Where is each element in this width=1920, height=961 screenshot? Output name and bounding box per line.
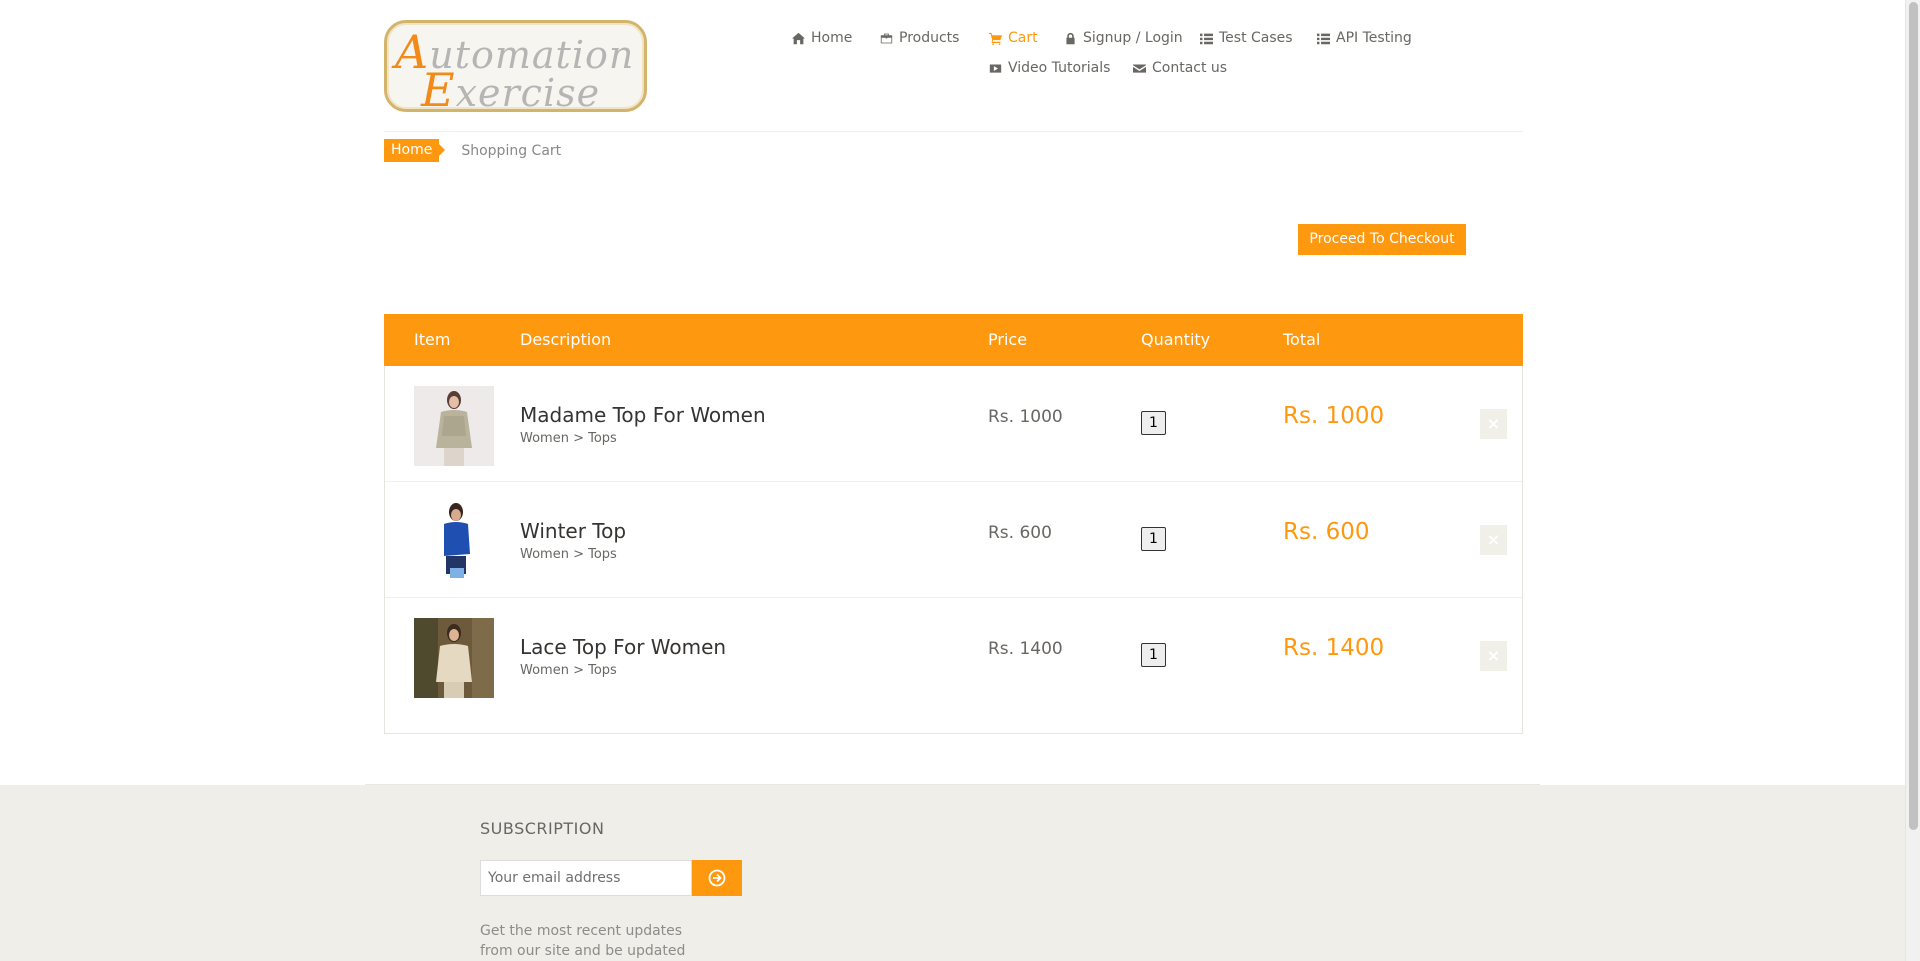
youtube-play-icon xyxy=(989,63,1002,73)
proceed-to-checkout-button[interactable]: Proceed To Checkout xyxy=(1298,224,1466,255)
nav-video-tutorials[interactable]: Video Tutorials xyxy=(989,60,1110,76)
quantity-box: 1 xyxy=(1141,527,1166,551)
close-icon: × xyxy=(1486,530,1501,549)
nav-api-testing[interactable]: API Testing xyxy=(1317,30,1412,46)
list-icon xyxy=(1200,33,1213,44)
cart-row: Lace Top For Women Women > Tops Rs. 1400… xyxy=(385,598,1522,714)
briefcase-icon xyxy=(880,33,893,43)
home-icon xyxy=(792,32,805,44)
page-scrollbar[interactable] xyxy=(1905,0,1920,961)
site-footer: SUBSCRIPTION Get the most recent updates… xyxy=(0,784,1905,961)
cart-row: Winter Top Women > Tops Rs. 600 1 Rs. 60… xyxy=(385,482,1522,598)
breadcrumb-home[interactable]: Home xyxy=(384,139,446,162)
delete-item-button[interactable]: × xyxy=(1480,641,1507,671)
cart-table: Item Description Price Quantity Total Ma… xyxy=(384,314,1523,734)
subscription-email-input[interactable] xyxy=(480,860,692,896)
product-total: Rs. 600 xyxy=(1283,519,1370,545)
arrow-circle-right-icon xyxy=(708,869,726,887)
product-name-link[interactable]: Winter Top xyxy=(520,519,626,543)
product-category: Women > Tops xyxy=(520,547,617,562)
product-category: Women > Tops xyxy=(520,663,617,678)
cart-table-header: Item Description Price Quantity Total xyxy=(384,314,1523,366)
envelope-icon xyxy=(1133,63,1146,73)
delete-item-button[interactable]: × xyxy=(1480,409,1507,439)
breadcrumb: Home Shopping Cart xyxy=(384,139,561,162)
product-price: Rs. 1000 xyxy=(988,407,1063,427)
product-price: Rs. 1400 xyxy=(988,639,1063,659)
header-divider xyxy=(384,131,1523,132)
cart-icon xyxy=(989,32,1002,45)
product-total: Rs. 1400 xyxy=(1283,635,1385,661)
product-category: Women > Tops xyxy=(520,431,617,446)
quantity-box: 1 xyxy=(1141,411,1166,435)
column-header-item: Item xyxy=(414,330,451,349)
nav-signup-login[interactable]: Signup / Login xyxy=(1064,30,1183,46)
logo-line-2: Exercise xyxy=(421,63,601,112)
footer-divider xyxy=(365,784,1540,785)
list-icon xyxy=(1317,33,1330,44)
nav-contact-us[interactable]: Contact us xyxy=(1133,60,1227,76)
subscribe-button[interactable] xyxy=(692,860,742,896)
lock-icon xyxy=(1066,32,1075,44)
product-total: Rs. 1000 xyxy=(1283,403,1385,429)
nav-home[interactable]: Home xyxy=(792,30,852,46)
column-header-description: Description xyxy=(520,330,612,349)
product-image[interactable] xyxy=(414,618,494,698)
product-image[interactable] xyxy=(414,386,494,466)
quantity-box: 1 xyxy=(1141,643,1166,667)
product-price: Rs. 600 xyxy=(988,523,1052,543)
product-image[interactable] xyxy=(414,502,494,582)
close-icon: × xyxy=(1486,646,1501,665)
scrollbar-thumb[interactable] xyxy=(1909,2,1918,830)
site-header: Automation Exercise Home Products Cart S… xyxy=(0,0,1905,132)
column-header-total: Total xyxy=(1283,330,1321,349)
product-name-link[interactable]: Lace Top For Women xyxy=(520,635,726,659)
subscription-description: Get the most recent updates from our sit… xyxy=(480,923,686,959)
delete-item-button[interactable]: × xyxy=(1480,525,1507,555)
column-header-price: Price xyxy=(988,330,1028,349)
column-header-quantity: Quantity xyxy=(1141,330,1211,349)
product-name-link[interactable]: Madame Top For Women xyxy=(520,403,766,427)
breadcrumb-current: Shopping Cart xyxy=(461,142,562,159)
nav-cart[interactable]: Cart xyxy=(989,30,1038,46)
subscription-title: SUBSCRIPTION xyxy=(480,819,605,838)
site-logo[interactable]: Automation Exercise xyxy=(384,20,647,112)
cart-row: Madame Top For Women Women > Tops Rs. 10… xyxy=(385,366,1522,482)
nav-products[interactable]: Products xyxy=(880,30,959,46)
close-icon: × xyxy=(1486,414,1501,433)
nav-test-cases[interactable]: Test Cases xyxy=(1200,30,1293,46)
